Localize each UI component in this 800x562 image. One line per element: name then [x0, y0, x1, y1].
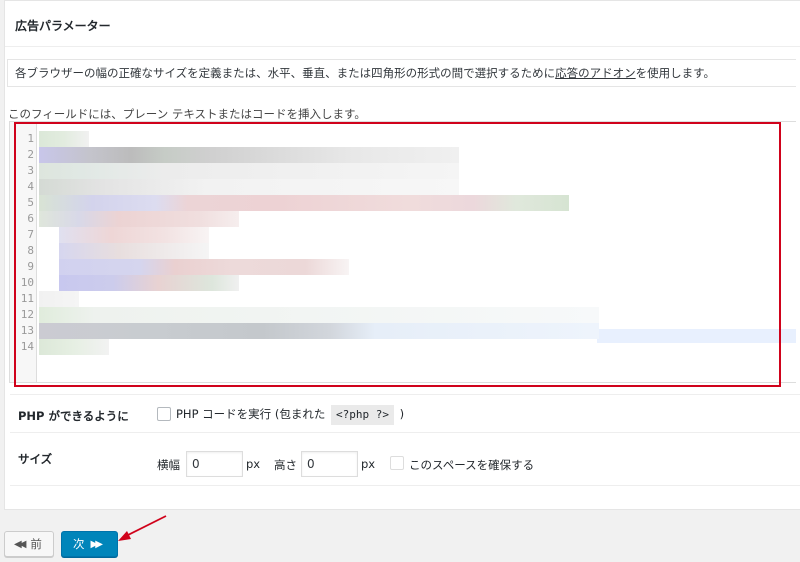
line-number: 1 [27, 132, 34, 145]
code-line-blur [39, 147, 459, 163]
height-unit: px [361, 457, 376, 471]
double-right-arrow-icon: ▶▶ [90, 538, 104, 550]
line-number-gutter: 1 2 3 4 5 6 7 8 9 10 11 12 13 14 [10, 122, 37, 382]
line-number: 4 [27, 180, 34, 193]
php-close-paren: ) [399, 407, 405, 421]
row-divider [10, 394, 800, 395]
code-line-blur [59, 259, 349, 275]
line-number: 8 [27, 244, 34, 257]
description-suffix: を使用します。 [635, 66, 716, 80]
active-line-highlight [597, 329, 796, 343]
code-line-blur [39, 323, 599, 339]
php-code-tag: <?php ?> [330, 405, 394, 425]
height-input[interactable] [301, 451, 358, 477]
code-line-blur [39, 211, 239, 227]
line-number: 13 [20, 324, 34, 337]
line-number: 6 [27, 212, 34, 225]
height-label: 高さ [274, 458, 297, 472]
line-number: 2 [27, 148, 34, 161]
row-divider [10, 485, 800, 486]
code-line-blur [39, 163, 459, 179]
description-box: 各ブラウザーの幅の正確なサイズを定義または、水平、垂直、または四角形の形式の間で… [7, 59, 796, 87]
field-hint: このフィールドには、プレーン テキストまたはコードを挿入します。 [8, 107, 366, 121]
line-number: 5 [27, 196, 34, 209]
prev-button[interactable]: ◀◀ 前 [4, 531, 54, 557]
code-line-blur [39, 291, 79, 307]
line-number: 10 [20, 276, 34, 289]
code-line-blur [59, 243, 209, 259]
php-row-label: PHP ができるように [18, 409, 129, 423]
size-row-label: サイズ [18, 452, 53, 466]
php-execute-label: PHP コードを実行 (包まれた <?php ?> ) [176, 405, 404, 425]
panel-title: 広告パラメーター [15, 19, 111, 33]
double-left-arrow-icon: ◀◀ [14, 538, 27, 550]
line-number: 7 [27, 228, 34, 241]
line-number: 3 [27, 164, 34, 177]
line-number: 14 [20, 340, 34, 353]
reserve-space-checkbox[interactable] [390, 456, 404, 470]
line-number: 9 [27, 260, 34, 273]
responsive-addon-link[interactable]: 応答のアドオン [555, 66, 636, 80]
code-line-blur [39, 131, 89, 147]
code-line-blur [39, 195, 569, 211]
next-button-label: 次 [73, 537, 85, 551]
code-line-blur [59, 227, 209, 243]
reserve-space-label: このスペースを確保する [409, 458, 535, 472]
php-execute-text: PHP コードを実行 (包まれた [176, 407, 326, 421]
width-unit: px [246, 457, 261, 471]
code-line-blur [39, 307, 599, 323]
code-line-blur [59, 275, 239, 291]
title-divider [5, 46, 800, 47]
blurred-code-content [37, 122, 796, 382]
php-execute-checkbox[interactable] [157, 407, 171, 421]
line-number: 12 [20, 308, 34, 321]
width-label: 横幅 [157, 458, 180, 472]
code-line-blur [39, 179, 459, 195]
row-divider [10, 432, 800, 433]
line-number: 11 [20, 292, 34, 305]
code-editor[interactable]: 1 2 3 4 5 6 7 8 9 10 11 12 13 14 [9, 121, 796, 383]
prev-button-label: 前 [30, 537, 42, 551]
description-text: 各ブラウザーの幅の正確なサイズを定義または、水平、垂直、または四角形の形式の間で… [15, 66, 556, 80]
width-input[interactable] [186, 451, 243, 477]
annotation-arrow [118, 515, 167, 541]
code-line-blur [39, 339, 109, 355]
